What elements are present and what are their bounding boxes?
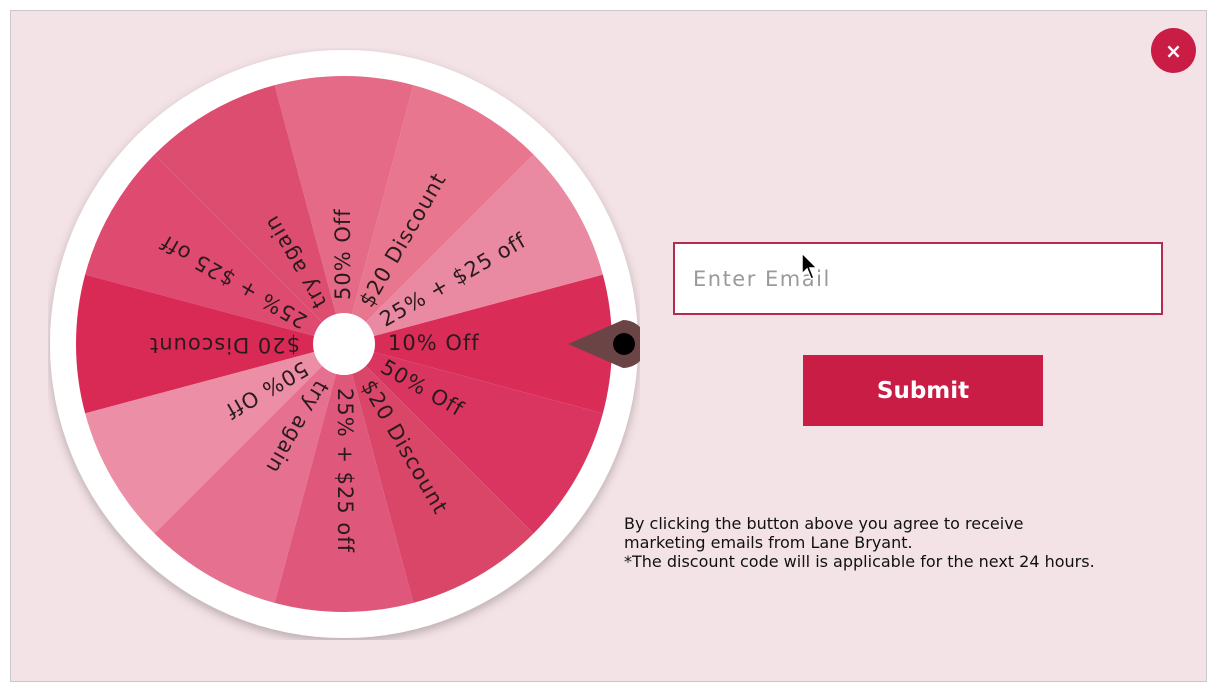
email-input[interactable]	[673, 242, 1163, 315]
legal-disclaimer: By clicking the button above you agree t…	[624, 514, 1194, 571]
close-icon: ×	[1165, 38, 1182, 63]
pointer-dot	[613, 333, 635, 355]
submit-button[interactable]: Submit	[803, 355, 1043, 426]
legal-line-2: marketing emails from Lane Bryant.	[624, 533, 913, 552]
legal-line-3: *The discount code will is applicable fo…	[624, 552, 1095, 571]
wheel-hub	[313, 313, 375, 375]
wheel-segment-label: 10% Off	[388, 331, 480, 355]
wheel-segment-label: $20 Discount	[149, 333, 300, 357]
legal-line-1: By clicking the button above you agree t…	[624, 514, 1024, 533]
mouse-cursor-icon	[801, 252, 819, 280]
close-button[interactable]: ×	[1151, 28, 1196, 73]
prize-wheel[interactable]: 10% Off 25% + $25 off $20 Discount 50% Off t…	[48, 48, 640, 640]
wheel-segment-label: 50% Off	[331, 208, 355, 300]
wheel-segment-label: 25% + $25 off	[333, 388, 357, 553]
